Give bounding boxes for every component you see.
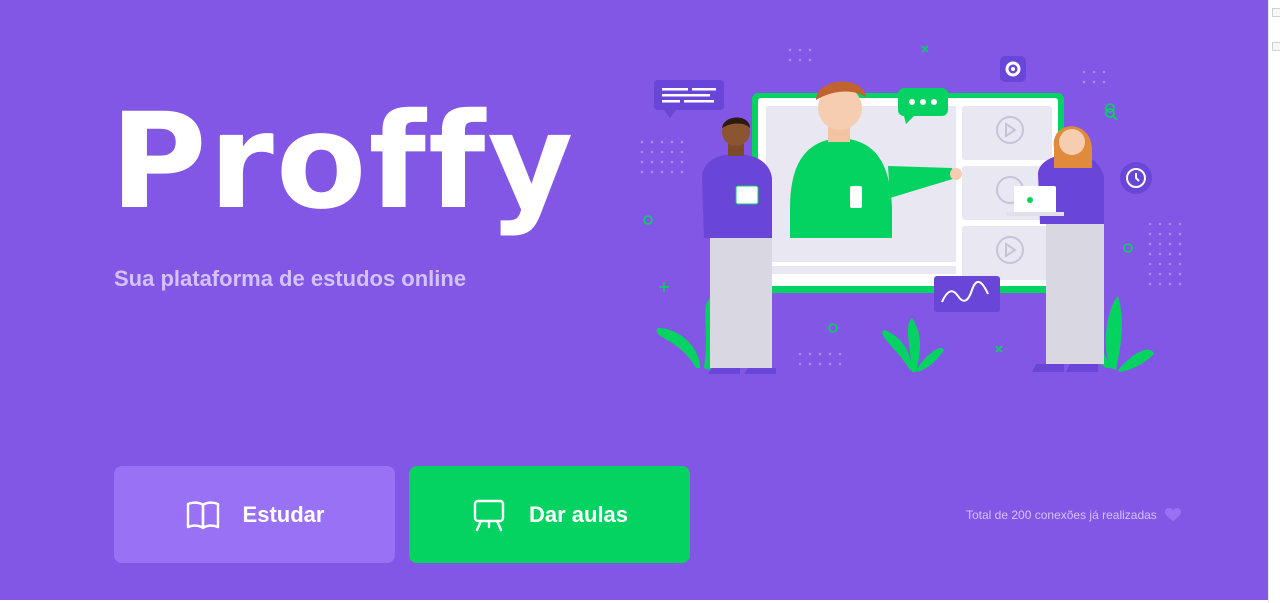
dot-grid-left <box>620 140 684 174</box>
hero-illustration <box>620 38 1200 378</box>
connections-text: Total de 200 conexões já realizadas <box>966 508 1157 522</box>
window-edge-scrollbar[interactable] <box>1268 0 1280 603</box>
presentation-board-icon <box>471 498 507 532</box>
logo: Proffy <box>110 85 576 239</box>
clock-badge <box>1120 162 1152 194</box>
stats-card <box>934 276 1000 312</box>
edge-marker <box>1272 42 1280 51</box>
book-open-icon <box>185 498 221 532</box>
plant-center <box>882 318 944 372</box>
settings-badge <box>1000 56 1026 82</box>
edge-marker <box>1272 8 1280 17</box>
teach-button-label: Dar aulas <box>528 501 629 527</box>
dot-grid-right <box>1148 222 1182 286</box>
connections-counter: Total de 200 conexões já realizadas <box>966 508 1181 522</box>
study-button-label: Estudar <box>242 501 325 527</box>
study-button[interactable]: Estudar <box>114 466 395 563</box>
message-card <box>654 80 724 118</box>
teach-button[interactable]: Dar aulas <box>409 466 690 563</box>
purple-heart-icon <box>1164 508 1181 522</box>
tagline: Sua plataforma de estudos online <box>114 266 467 291</box>
landing-page: Proffy Sua plataforma de estudos online <box>0 0 1268 600</box>
